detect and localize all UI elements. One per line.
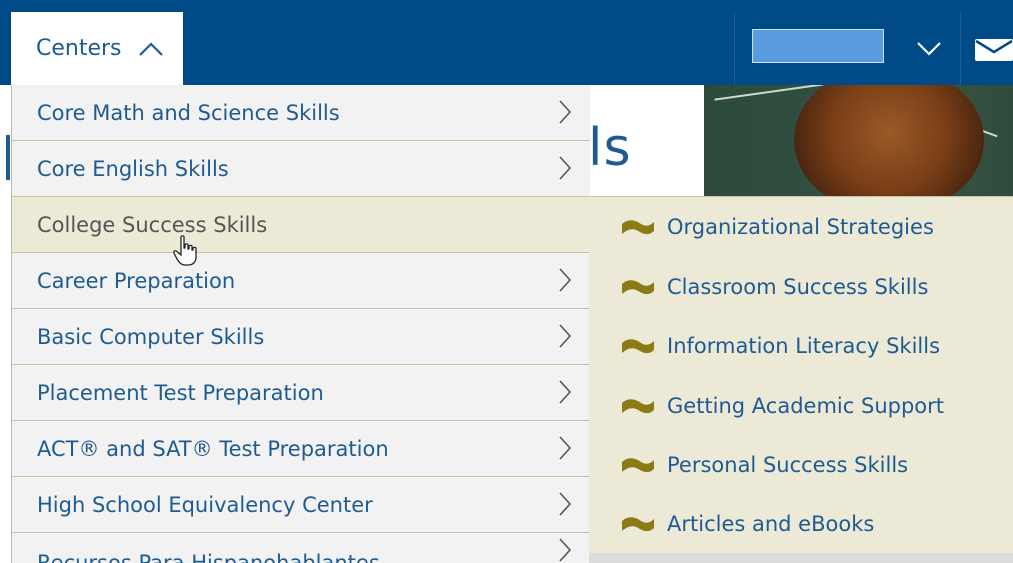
menu-item-career-preparation[interactable]: Career Preparation [12,253,590,309]
nav-divider [734,12,735,85]
menu-item-label: Placement Test Preparation [37,380,324,405]
menu-item-label: Basic Computer Skills [37,324,265,349]
mail-icon[interactable] [975,39,1013,61]
hand-cursor-icon [173,235,197,266]
chevron-down-icon[interactable] [916,41,942,57]
chevron-right-icon [559,436,572,460]
chevron-right-icon [559,156,572,180]
menu-item-label: Core English Skills [37,156,229,181]
chevron-right-icon [559,492,572,516]
centers-label: Centers [36,36,122,61]
page-accent-bar [6,135,10,180]
submenu-item-information-literacy[interactable]: Information Literacy Skills [589,326,1013,366]
submenu-item-label: Organizational Strategies [667,215,934,239]
flag-icon [622,399,654,414]
menu-item-label: Core Math and Science Skills [37,100,340,125]
flag-icon [622,339,654,354]
submenu-footer-shadow [589,553,1013,563]
flag-icon [622,517,654,532]
flag-icon [622,280,654,295]
centers-dropdown-menu: Core Math and Science Skills Core Englis… [11,85,590,563]
menu-item-core-math-science[interactable]: Core Math and Science Skills [12,85,590,141]
chevron-up-icon [138,41,163,56]
hero-title: ls [588,118,632,178]
search-input[interactable] [752,29,884,63]
submenu-item-organizational-strategies[interactable]: Organizational Strategies [589,207,1013,247]
submenu-item-articles-ebooks[interactable]: Articles and eBooks [589,504,1013,544]
menu-item-recursos-hispanohablantes[interactable]: Recursos Para Hispanohablantes [12,533,590,563]
chevron-right-icon [559,538,572,562]
hero-image [704,85,1013,196]
chevron-right-icon [559,268,572,292]
chevron-right-icon [559,380,572,404]
submenu-item-label: Classroom Success Skills [667,275,929,299]
submenu-item-academic-support[interactable]: Getting Academic Support [589,386,1013,426]
menu-item-label: College Success Skills [37,212,268,237]
submenu-item-label: Personal Success Skills [667,453,909,477]
centers-menu-button[interactable]: Centers [11,12,183,85]
menu-item-high-school-equivalency[interactable]: High School Equivalency Center [12,477,590,533]
submenu-item-label: Articles and eBooks [667,512,875,536]
nav-divider [960,12,961,85]
submenu-item-label: Information Literacy Skills [667,334,941,358]
submenu-item-classroom-success[interactable]: Classroom Success Skills [589,267,1013,307]
menu-item-label: Recursos Para Hispanohablantes [37,551,380,563]
flag-icon [622,220,654,235]
college-success-submenu: Organizational Strategies Classroom Succ… [589,196,1013,554]
flag-icon [622,458,654,473]
chevron-right-icon [559,324,572,348]
chevron-right-icon [559,100,572,124]
menu-item-act-sat[interactable]: ACT® and SAT® Test Preparation [12,421,590,477]
submenu-item-label: Getting Academic Support [667,394,944,418]
top-navbar: Centers [0,0,1013,85]
menu-item-placement-test[interactable]: Placement Test Preparation [12,365,590,421]
menu-item-label: High School Equivalency Center [37,492,373,517]
menu-item-label: ACT® and SAT® Test Preparation [37,436,389,461]
menu-item-label: Career Preparation [37,268,236,293]
menu-item-college-success[interactable]: College Success Skills [12,197,590,253]
submenu-item-personal-success[interactable]: Personal Success Skills [589,445,1013,485]
menu-item-core-english[interactable]: Core English Skills [12,141,590,197]
menu-item-basic-computer[interactable]: Basic Computer Skills [12,309,590,365]
